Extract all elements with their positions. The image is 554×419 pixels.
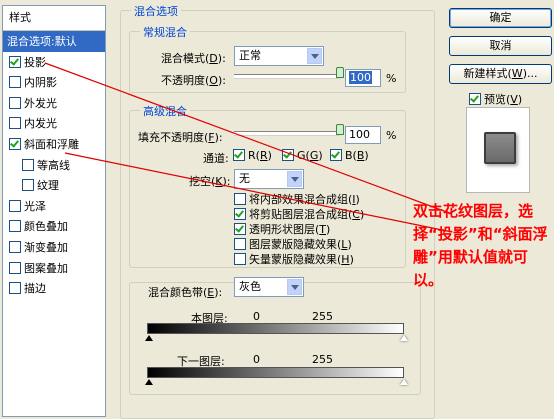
- arrow-to-drop-shadow: [44, 62, 453, 215]
- annotation-text: 双击花纹图层，选择“投影”和“斜面浮雕”用默认值就可以。: [413, 202, 548, 289]
